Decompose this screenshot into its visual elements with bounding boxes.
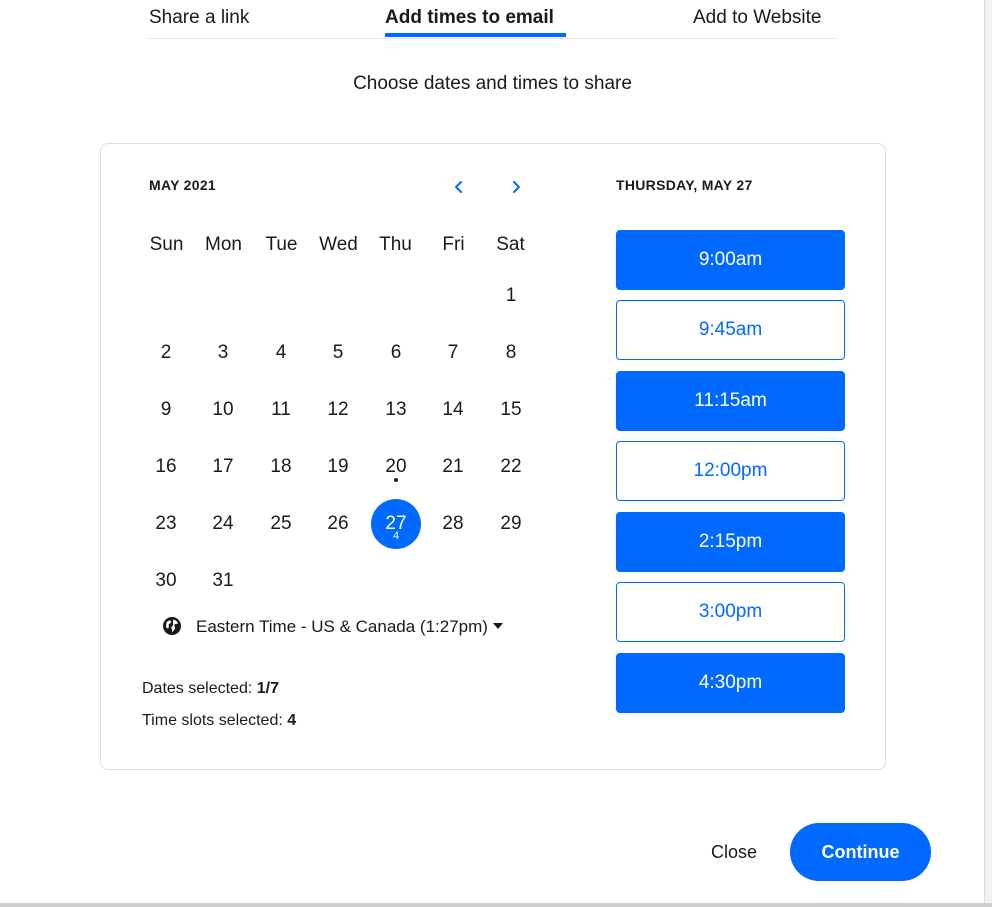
time-slot-button[interactable]: 3:00pm [616,582,845,642]
chevron-right-icon [513,181,520,193]
calendar-day: 5 [332,342,344,363]
calendar-day: 6 [390,342,402,363]
calendar-day[interactable]: 28 [428,499,478,549]
timezone-label: Eastern Time - US & Canada (1:27pm) [196,617,488,636]
calendar-day-number: 20 [385,456,407,477]
calendar-day[interactable]: 24 [198,499,248,549]
calendar-day: 15 [500,399,522,420]
calendar-day[interactable]: 26 [313,499,363,549]
calendar-day: 1 [505,285,517,306]
calendar-day: 17 [212,456,234,477]
calendar-day[interactable]: 25 [256,499,306,549]
time-slot-button[interactable]: 11:15am [616,371,845,431]
globe-icon [162,616,182,636]
next-month-button[interactable] [505,176,527,198]
calendar-day: 8 [505,342,517,363]
dialog-bottom-edge [0,903,992,907]
weekday-mon: Mon [205,234,242,255]
weekday-sun: Sun [149,234,184,255]
time-slot-button[interactable]: 4:30pm [616,653,845,713]
time-slots-selected-value: 4 [287,712,297,729]
time-slots-selected-stat: Time slots selected: 4 [142,712,296,730]
close-button[interactable]: Close [702,838,766,866]
dates-selected-value: 1/7 [256,680,279,697]
dates-selected-label: Dates selected: [142,680,253,697]
calendar-day: 10 [212,399,234,420]
calendar-day: 3 [217,342,229,363]
calendar-day[interactable]: 31 [198,556,248,606]
caret-down-icon [492,622,503,629]
selected-day-heading: THURSDAY, MAY 27 [616,177,753,193]
calendar-day: 12 [327,399,349,420]
time-slots-selected-label: Time slots selected: [142,712,283,729]
weekday-sat: Sat [496,234,525,255]
today-dot [394,478,398,482]
calendar-day: 11 [271,399,291,420]
prev-month-button[interactable] [448,176,470,198]
tab-add-times-to-email[interactable]: Add times to email [385,7,554,29]
weekday-thu: Thu [379,234,412,255]
weekday-tue: Tue [265,234,298,255]
tab-bar: Share a link Add times to email Add to W… [148,0,836,39]
time-slot-button[interactable]: 12:00pm [616,441,845,501]
calendar-day: 13 [385,399,407,420]
month-label: MAY 2021 [149,177,217,193]
timezone-selector[interactable]: Eastern Time - US & Canada (1:27pm) [162,616,503,638]
calendar-day: 4 [275,342,287,363]
active-tab-indicator [385,33,566,37]
page-subtitle: Choose dates and times to share [353,73,632,94]
calendar-day: 21 [442,456,464,477]
calendar-card: MAY 2021 Sun Mon Tue Wed Thu Fri Sat 1 2… [100,143,886,770]
calendar-day: 23 [155,513,177,534]
continue-button[interactable]: Continue [790,823,931,881]
weekday-fri: Fri [442,234,465,255]
time-slot-button[interactable]: 9:00am [616,230,845,290]
calendar-day: 16 [155,456,177,477]
chevron-left-icon [455,181,462,193]
calendar-day-selected[interactable]: 27 4 [371,499,421,549]
calendar-day: 19 [327,456,349,477]
calendar-day: 29 [500,513,522,534]
calendar-day: 9 [160,399,172,420]
scheduling-dialog: Share a link Add times to email Add to W… [0,0,992,907]
calendar-day-today: 20 [371,442,421,492]
time-slot-button[interactable]: 9:45am [616,300,845,360]
selected-slot-count: 4 [392,530,400,542]
time-slot-button[interactable]: 2:15pm [616,512,845,572]
backdrop-sliver [984,0,992,907]
weekday-wed: Wed [319,234,358,255]
calendar-day: 14 [442,399,464,420]
tab-add-to-website[interactable]: Add to Website [693,7,822,29]
calendar-day: 22 [500,456,522,477]
calendar-day: 30 [155,570,177,591]
tab-share-link[interactable]: Share a link [149,7,249,29]
calendar-day: 7 [447,342,459,363]
dates-selected-stat: Dates selected: 1/7 [142,680,279,698]
calendar-day: 2 [160,342,172,363]
calendar-day: 18 [270,456,292,477]
